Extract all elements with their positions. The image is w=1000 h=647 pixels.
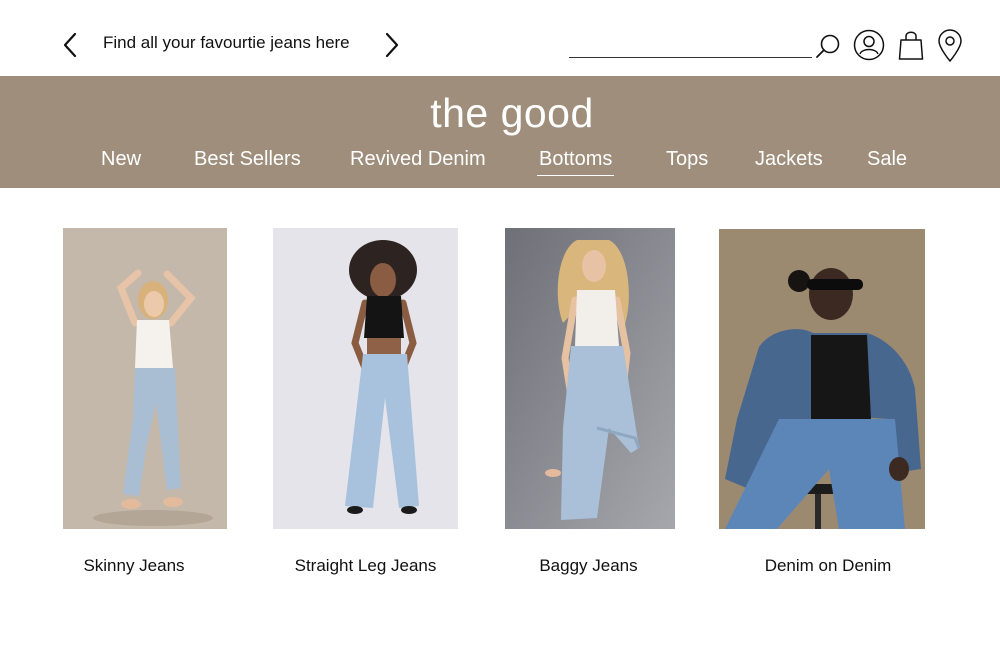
- search-underline: [569, 57, 812, 58]
- next-promo-button[interactable]: [380, 30, 404, 60]
- account-icon: [853, 29, 885, 61]
- chevron-right-icon: [385, 32, 399, 58]
- product-image-skinny-jeans[interactable]: [63, 228, 227, 529]
- brand-header: the good New Best Sellers Revived Denim …: [0, 76, 1000, 188]
- product-name-baggy-jeans[interactable]: Baggy Jeans: [505, 556, 672, 576]
- search-input[interactable]: [569, 34, 812, 56]
- product-name-straight-leg-jeans[interactable]: Straight Leg Jeans: [273, 556, 458, 576]
- nav-item-jackets[interactable]: Jackets: [755, 148, 823, 171]
- nav-item-new[interactable]: New: [101, 148, 141, 171]
- announcement-bar: Find all your favourtie jeans here: [0, 0, 1000, 76]
- cart-button[interactable]: [897, 28, 925, 62]
- product-name-skinny-jeans[interactable]: Skinny Jeans: [63, 556, 205, 576]
- product-name-denim-on-denim[interactable]: Denim on Denim: [719, 556, 937, 576]
- account-button[interactable]: [852, 28, 886, 62]
- prev-promo-button[interactable]: [58, 30, 82, 60]
- product-image-straight-leg-jeans[interactable]: [273, 228, 458, 529]
- shopping-bag-icon: [898, 31, 924, 60]
- store-locator-button[interactable]: [936, 28, 964, 64]
- brand-logo[interactable]: the good: [0, 90, 1000, 137]
- promo-text: Find all your favourtie jeans here: [103, 33, 350, 52]
- nav-item-sale[interactable]: Sale: [867, 148, 907, 171]
- nav-item-best-sellers[interactable]: Best Sellers: [194, 148, 301, 171]
- product-image-baggy-jeans[interactable]: [505, 228, 675, 529]
- search-button[interactable]: [814, 32, 842, 60]
- search-icon: [816, 34, 840, 58]
- chevron-left-icon: [63, 32, 77, 58]
- nav-item-tops[interactable]: Tops: [666, 148, 708, 171]
- nav-item-bottoms[interactable]: Bottoms: [536, 148, 615, 176]
- main-nav: New Best Sellers Revived Denim Bottoms T…: [0, 148, 1000, 176]
- nav-item-revived-denim[interactable]: Revived Denim: [350, 148, 486, 171]
- location-pin-icon: [938, 29, 962, 63]
- product-image-denim-on-denim[interactable]: [719, 229, 925, 529]
